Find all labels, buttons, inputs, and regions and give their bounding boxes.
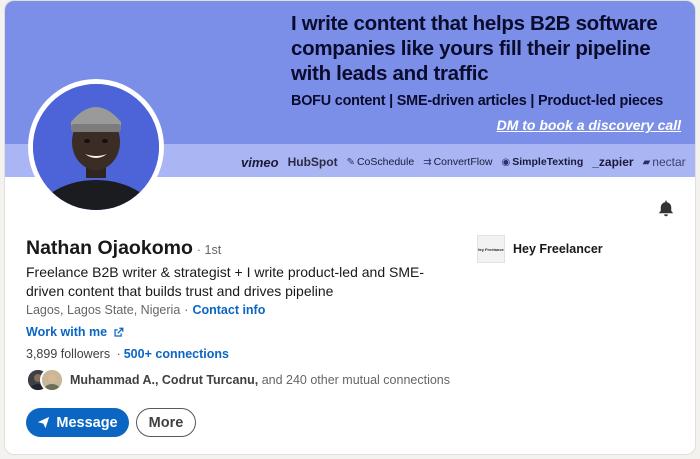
vimeo-logo: vimeo [241, 154, 279, 170]
convertflow-icon: ⇉ [423, 156, 432, 168]
mutual-connections[interactable]: Muhammad A., Codrut Turcanu, and 240 oth… [26, 368, 450, 392]
name-row: Nathan Ojaokomo · 1st [26, 237, 221, 260]
send-icon [38, 416, 50, 429]
coschedule-logo: ✎ CoSchedule [346, 156, 415, 168]
convertflow-logo: ⇉ ConvertFlow [423, 156, 493, 168]
profile-card: I write content that helps B2B software … [4, 0, 696, 455]
banner-headline: I write content that helps B2B software … [291, 12, 658, 85]
banner-subline: BOFU content | SME-driven articles | Pro… [291, 93, 664, 109]
client-logos: vimeo HubSpot ✎ CoSchedule ⇉ ConvertFlow ◉… [241, 151, 691, 173]
nectar-icon: ▰ [642, 156, 651, 168]
bell-icon[interactable] [655, 197, 677, 219]
connections-link[interactable]: 500+ connections [124, 347, 229, 361]
avatar-frame[interactable] [28, 79, 164, 215]
hubspot-logo: HubSpot [287, 155, 338, 169]
simpletexting-logo: ◉ SimpleTexting [501, 156, 584, 168]
company-logo: Hey Freelancer [477, 235, 505, 263]
followers-count: 3,899 followers [26, 347, 111, 361]
zapier-logo: _zapier [592, 155, 634, 169]
more-button[interactable]: More [136, 408, 196, 437]
contact-info-link[interactable]: Contact info [192, 303, 265, 317]
work-with-me-link[interactable]: Work with me [26, 325, 125, 339]
simpletexting-icon: ◉ [501, 156, 511, 168]
coschedule-icon: ✎ [346, 156, 355, 168]
message-button[interactable]: Message [26, 408, 129, 437]
nectar-logo: ▰ nectar [642, 155, 686, 169]
location-row: Lagos, Lagos State, Nigeria · Contact info [26, 303, 266, 317]
connection-degree: · 1st [196, 243, 222, 257]
banner-cta: DM to book a discovery call [496, 117, 681, 133]
current-company[interactable]: Hey Freelancer Hey Freelancer [477, 235, 603, 263]
avatar[interactable] [33, 84, 159, 210]
followers-row: 3,899 followers · 500+ connections [26, 347, 229, 361]
mutual-avatar-2 [40, 368, 64, 392]
mutual-rest: and 240 other mutual connections [261, 373, 451, 387]
profile-location: Lagos, Lagos State, Nigeria [26, 303, 181, 317]
external-link-icon [114, 327, 124, 337]
mutual-names: Muhammad A., Codrut Turcanu, [70, 373, 259, 387]
mutual-avatars [26, 368, 66, 392]
profile-name: Nathan Ojaokomo [26, 237, 193, 259]
company-name: Hey Freelancer [513, 242, 603, 256]
profile-headline: Freelance B2B writer & strategist + I wr… [26, 264, 424, 299]
avatar-photo [33, 84, 159, 210]
